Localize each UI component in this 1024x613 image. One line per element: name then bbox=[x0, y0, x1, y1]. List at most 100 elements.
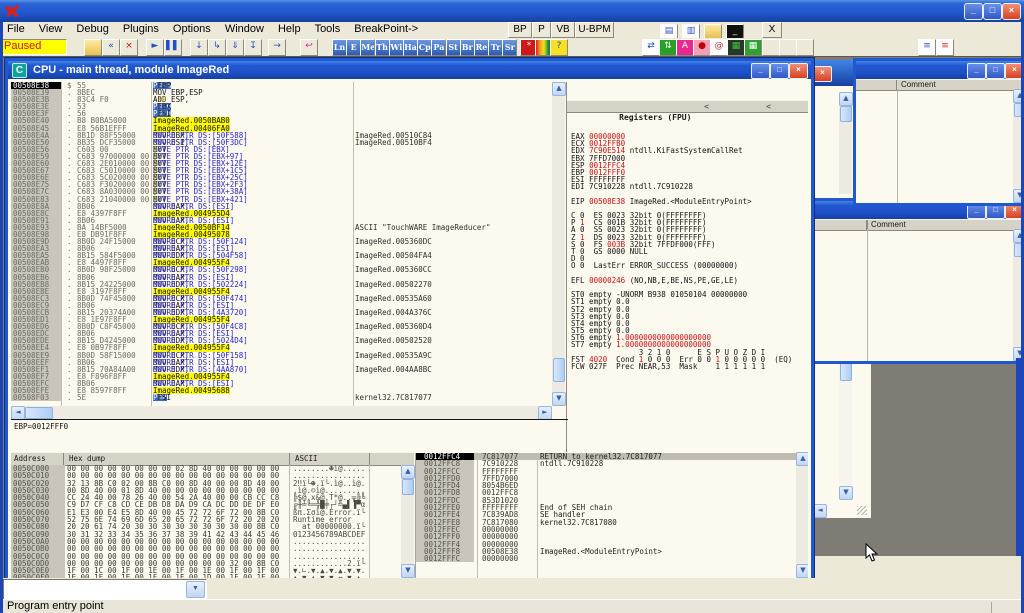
disasm-row[interactable]: 00508E3B.83C4 F0ADD ESP,-10 bbox=[11, 96, 556, 103]
folder-small-button[interactable] bbox=[704, 24, 722, 39]
register-line[interactable]: O 0 LastErr ERROR_SUCCESS (00000000) bbox=[567, 262, 808, 269]
fragment-left-arrow[interactable]: ◄ bbox=[813, 504, 827, 518]
stack-row[interactable]: 0012FFF000000000 bbox=[416, 533, 797, 540]
stack-row[interactable]: 0012FFEC00000000 bbox=[416, 526, 797, 533]
command-input[interactable] bbox=[5, 581, 189, 598]
menu-help[interactable]: Help bbox=[271, 22, 308, 36]
cpu-minimize-button[interactable]: _ bbox=[751, 63, 770, 79]
animate-over-button[interactable]: ↧ bbox=[244, 39, 262, 56]
plugin-button-bp[interactable]: BP bbox=[508, 22, 532, 38]
window-shortcut-me[interactable]: Me bbox=[360, 39, 375, 56]
background-window-close-button[interactable]: × bbox=[813, 66, 832, 82]
resize-grip[interactable] bbox=[857, 506, 867, 515]
swap-arrows-button[interactable]: ⇄ bbox=[642, 39, 660, 56]
side1-minimize-button[interactable]: _ bbox=[967, 63, 986, 79]
keyboard-button[interactable]: ▦ bbox=[727, 39, 745, 56]
stack-row[interactable]: 0012FFC47C817077RETURN to kernel32.7C817… bbox=[416, 453, 797, 460]
disasm-row[interactable]: 00508EFE.E8 8597F8FFCALL ImageRed.004956… bbox=[11, 387, 556, 394]
disasm-row[interactable]: 00508F03.5EPOP ESIkernel32.7C817077 bbox=[11, 394, 556, 401]
letter-a-button[interactable]: A bbox=[676, 39, 694, 56]
command-combobox[interactable]: ▼ bbox=[3, 579, 207, 600]
registers-pane[interactable]: Registers (FPU) < < EAX 00000000ECX 0012… bbox=[566, 82, 808, 452]
step-into-button[interactable]: ↓ bbox=[190, 39, 208, 56]
stack-row[interactable]: 0012FFE0FFFFFFFFEnd of SEH chain bbox=[416, 504, 797, 511]
disassembly-vscrollbar[interactable]: ▲ ▼ bbox=[552, 82, 565, 406]
register-line[interactable]: T 0 GS 0000 NULL bbox=[567, 248, 808, 255]
side2-comment-header[interactable]: Comment bbox=[871, 220, 906, 229]
register-line[interactable]: FCW 027F Prec NEAR,53 Mask 1 1 1 1 1 1 bbox=[567, 363, 808, 370]
background-window-scrollbar[interactable]: ▲ bbox=[839, 92, 852, 194]
close-button[interactable]: × bbox=[1002, 3, 1021, 20]
menu-view[interactable]: View bbox=[32, 22, 70, 36]
plugin-button-u-bpm[interactable]: U-BPM bbox=[575, 22, 614, 38]
animate-into-button[interactable]: ⇓ bbox=[226, 39, 244, 56]
dump-pane[interactable]: 0050C00000 00 00 00 00 00 00 00 02 8D 40… bbox=[11, 465, 401, 578]
window-shortcut-e[interactable]: E bbox=[346, 39, 361, 56]
side-window-1-titlebar[interactable]: _ □ × bbox=[856, 61, 1024, 79]
window-shortcut-th[interactable]: Th bbox=[375, 39, 390, 56]
window-shortcut-re[interactable]: Re bbox=[474, 39, 489, 56]
window-shortcut-cp[interactable]: Cp bbox=[417, 39, 432, 56]
updown-arrows-button[interactable]: ⇅ bbox=[659, 39, 677, 56]
window-shortcut-st[interactable]: St bbox=[446, 39, 461, 56]
stack-row[interactable]: 0012FFD80012FFC8 bbox=[416, 489, 797, 496]
window-shortcut-tr[interactable]: Tr bbox=[488, 39, 503, 56]
fragment-scrollbar[interactable]: ▼ bbox=[839, 362, 852, 500]
stack-pane[interactable]: 0012FFC47C817077RETURN to kernel32.7C817… bbox=[415, 453, 797, 578]
empty-button[interactable] bbox=[762, 39, 780, 56]
close-program-button[interactable]: × bbox=[120, 39, 138, 56]
info-pane[interactable]: EBP=0012FFF0 bbox=[11, 419, 568, 455]
window-shortcut-wi[interactable]: Wi bbox=[389, 39, 404, 56]
restore-button[interactable]: □ bbox=[983, 3, 1002, 20]
side2-column-header[interactable]: Comment bbox=[803, 219, 1024, 231]
pause-button[interactable]: ▌▌ bbox=[164, 39, 182, 56]
menu-file[interactable]: File bbox=[0, 22, 32, 36]
side1-maximize-button[interactable]: □ bbox=[986, 63, 1005, 79]
disassembly-hscrollbar[interactable]: ◄ ► bbox=[11, 406, 552, 419]
main-titlebar[interactable]: _ □ × bbox=[0, 0, 1024, 22]
stack-vscrollbar[interactable]: ▲ ▼ bbox=[796, 452, 808, 578]
plugin-button-p[interactable]: P bbox=[532, 22, 551, 38]
dump-header[interactable]: Address Hex dump ASCII bbox=[11, 452, 414, 466]
disassembly-pane[interactable]: 00508E38$55PUSH EBP00508E39.8BECMOV EBP,… bbox=[11, 82, 556, 406]
console-button[interactable]: _ bbox=[726, 24, 744, 39]
run-button[interactable]: ► bbox=[146, 39, 164, 56]
dump-vscrollbar[interactable]: ▲ ▼ bbox=[401, 465, 414, 578]
minimize-button[interactable]: _ bbox=[964, 3, 983, 20]
cpu-restore-button[interactable]: □ bbox=[770, 63, 789, 79]
menu-options[interactable]: Options bbox=[166, 22, 218, 36]
stack-row[interactable]: 0012FFFC00000000 bbox=[416, 555, 797, 562]
document-button[interactable]: ▥ bbox=[682, 24, 700, 39]
plugin-close-button[interactable]: X bbox=[762, 22, 782, 38]
window-shortcut-ha[interactable]: Ha bbox=[403, 39, 418, 56]
register-line[interactable]: EDI 7C910228 ntdll.7C910228 bbox=[567, 183, 808, 190]
window-shortcut-br[interactable]: Br bbox=[460, 39, 475, 56]
side1-comment-header[interactable]: Comment bbox=[901, 80, 936, 89]
execute-till-return-button[interactable]: → bbox=[268, 39, 286, 56]
stack-row[interactable]: 0012FFE87C817080kernel32.7C817080 bbox=[416, 519, 797, 526]
empty-button[interactable] bbox=[796, 39, 814, 56]
cpu-titlebar[interactable]: CCPU - main thread, module ImageRed _ □ … bbox=[8, 61, 811, 79]
grid-window-button[interactable]: ▦ bbox=[744, 39, 762, 56]
restart-button[interactable]: « bbox=[102, 39, 120, 56]
menu-tools[interactable]: Tools bbox=[308, 22, 348, 36]
registers-collapse-icon-1[interactable]: < bbox=[704, 101, 709, 112]
window-shortcut-sr[interactable]: Sr bbox=[502, 39, 517, 56]
stack-row[interactable]: 0012FFD48054B6ED bbox=[416, 482, 797, 489]
go-to-button[interactable]: ↩ bbox=[300, 39, 318, 56]
stack-row[interactable]: 0012FFCCFFFFFFFF bbox=[416, 468, 797, 475]
record-button[interactable]: ● bbox=[693, 39, 711, 56]
plugin-button-vb[interactable]: VB bbox=[551, 22, 575, 38]
disasm-row[interactable]: 00508E3E.53PUSH EBX bbox=[11, 103, 556, 110]
menu-window[interactable]: Window bbox=[218, 22, 271, 36]
stack-row[interactable]: 0012FFD07FFD7000 bbox=[416, 475, 797, 482]
notepad-button[interactable]: ▤ bbox=[660, 24, 678, 39]
log-list-button[interactable]: ≡ bbox=[918, 39, 936, 56]
patch-list-button[interactable]: ≡ bbox=[936, 39, 954, 56]
menu-plugins[interactable]: Plugins bbox=[116, 22, 166, 36]
window-shortcut-ln[interactable]: Ln bbox=[332, 39, 347, 56]
step-over-button[interactable]: ↳ bbox=[208, 39, 226, 56]
menu-debug[interactable]: Debug bbox=[69, 22, 115, 36]
cpu-close-button[interactable]: × bbox=[789, 63, 808, 79]
empty-button[interactable] bbox=[779, 39, 797, 56]
